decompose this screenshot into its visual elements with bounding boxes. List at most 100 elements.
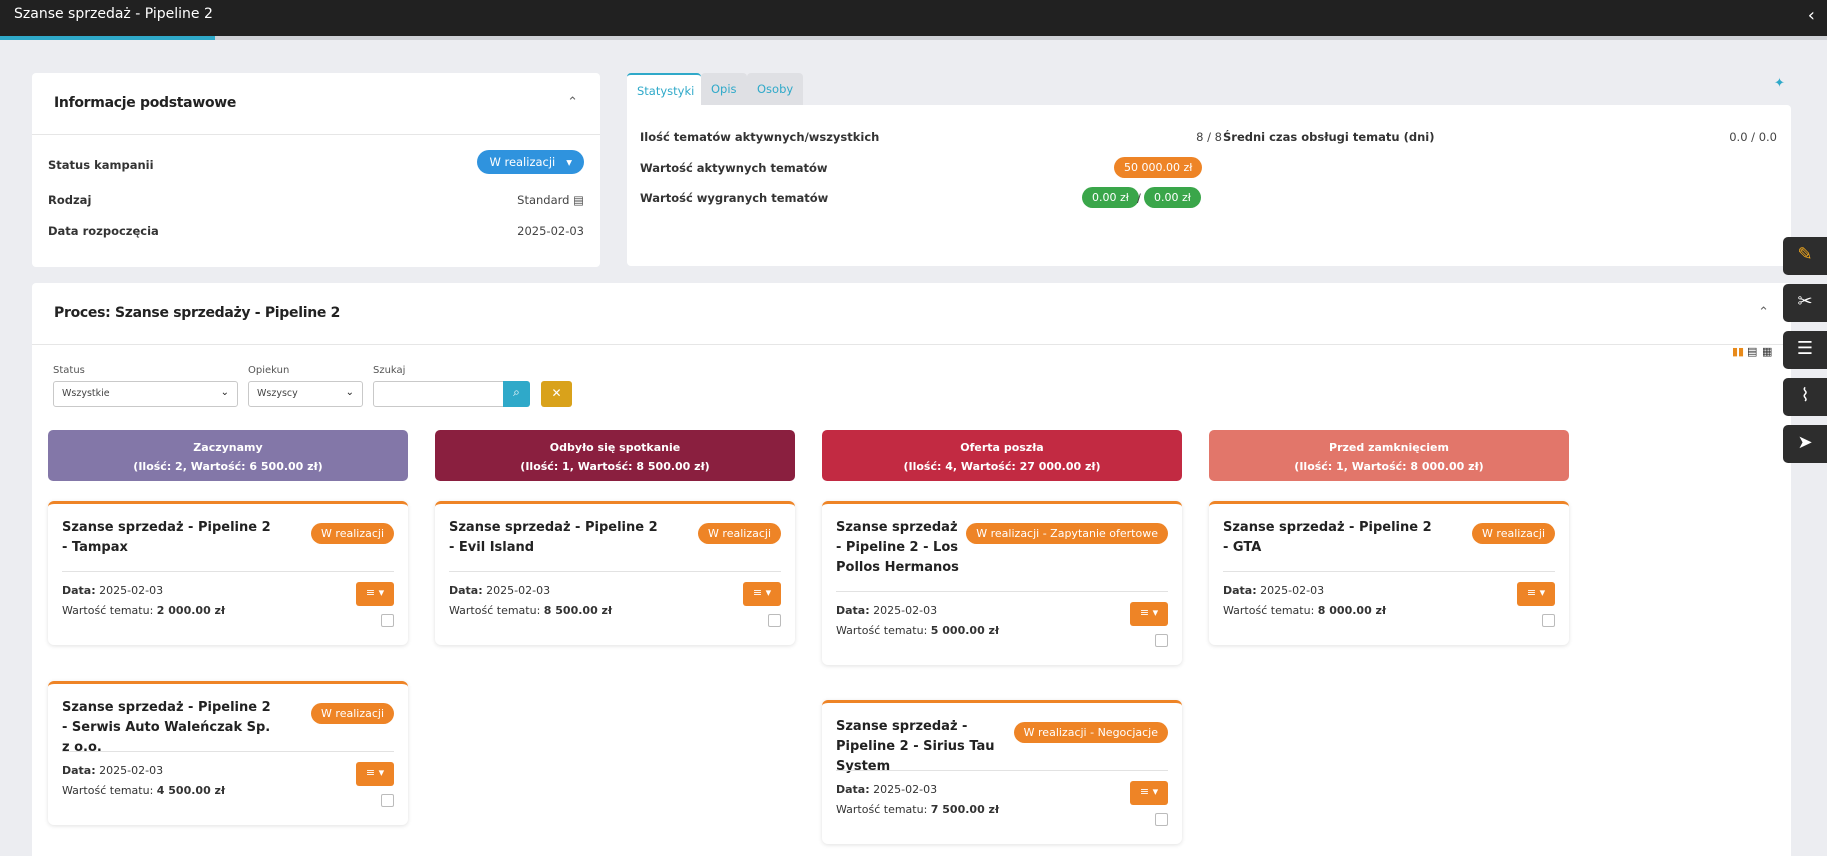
deal-card[interactable]: Szanse sprzedaż - Pipeline 2 - GTA W rea… bbox=[1209, 501, 1569, 645]
won-value-badge-a: 0.00 zł bbox=[1082, 187, 1139, 208]
start-date-value: 2025-02-03 bbox=[517, 224, 584, 238]
deal-status-badge: W realizacji bbox=[311, 523, 394, 544]
type-row: Rodzaj Standard ▤ bbox=[48, 190, 584, 210]
won-value-badge-b: 0.00 zł bbox=[1144, 187, 1201, 208]
edit-icon[interactable]: ✎ bbox=[1783, 237, 1827, 275]
chevron-down-icon: ⌄ bbox=[220, 387, 229, 398]
deal-title[interactable]: Szanse sprzedaż - Pipeline 2 - Tampax bbox=[62, 518, 272, 558]
deal-card[interactable]: Szanse sprzedaż - Pipeline 2 - Tampax W … bbox=[48, 501, 408, 645]
deal-date: Data: 2025-02-03 bbox=[62, 584, 164, 597]
deal-select-checkbox[interactable] bbox=[1542, 614, 1555, 627]
start-date-row: Data rozpoczęcia 2025-02-03 bbox=[48, 221, 584, 241]
menu-icon: ≡ ▾ bbox=[752, 586, 772, 599]
deal-menu-button[interactable]: ≡ ▾ bbox=[1130, 781, 1168, 805]
list-view-icon[interactable]: ▤ bbox=[1747, 345, 1757, 358]
progress-fill bbox=[0, 36, 215, 40]
column-header-oferta-poszla: Oferta poszła (Ilość: 4, Wartość: 27 000.… bbox=[822, 430, 1182, 481]
search-icon: ⌕ bbox=[513, 385, 520, 399]
deal-card[interactable]: Szanse sprzedaż - Pipeline 2 - Los Pollo… bbox=[822, 501, 1182, 665]
deal-select-checkbox[interactable] bbox=[381, 614, 394, 627]
deal-select-checkbox[interactable] bbox=[381, 794, 394, 807]
deal-menu-button[interactable]: ≡ ▾ bbox=[1517, 582, 1555, 606]
deal-value: Wartość tematu: 5 000.00 zł bbox=[836, 624, 1000, 637]
deal-date: Data: 2025-02-03 bbox=[62, 764, 164, 777]
search-button[interactable]: ⌕ bbox=[503, 381, 530, 407]
owner-filter-label: Opiekun bbox=[248, 365, 290, 376]
deal-date: Data: 2025-02-03 bbox=[449, 584, 551, 597]
deal-title[interactable]: Szanse sprzedaż - Pipeline 2 - Serwis Au… bbox=[62, 698, 272, 758]
deal-value: Wartość tematu: 7 500.00 zł bbox=[836, 803, 1000, 816]
deal-select-checkbox[interactable] bbox=[1155, 634, 1168, 647]
column-header-zaczynamy: Zaczynamy (Ilość: 2, Wartość: 6 500.00 zł… bbox=[48, 430, 408, 481]
owner-filter-select[interactable]: Wszyscy ⌄ bbox=[248, 381, 363, 407]
pin-icon[interactable]: ✦ bbox=[1774, 76, 1785, 91]
send-icon[interactable]: ➤ bbox=[1783, 425, 1827, 463]
deal-menu-button[interactable]: ≡ ▾ bbox=[356, 582, 394, 606]
deal-date: Data: 2025-02-03 bbox=[836, 783, 938, 796]
deal-title[interactable]: Szanse sprzedaż - Pipeline 2 - Evil Isla… bbox=[449, 518, 659, 558]
won-value-label: Wartość wygranych tematów bbox=[640, 191, 829, 205]
basic-info-panel: Informacje podstawowe ⌃ Status kampanii … bbox=[32, 73, 600, 267]
tab-osoby[interactable]: Osoby bbox=[747, 73, 803, 106]
chevron-down-icon: ⌄ bbox=[345, 387, 354, 398]
kanban-view-icon[interactable]: ▮▮ bbox=[1732, 345, 1744, 358]
search-input[interactable] bbox=[373, 381, 504, 407]
status-filter-label: Status bbox=[53, 365, 85, 376]
collapse-chevron-up-icon[interactable]: ⌃ bbox=[1758, 305, 1769, 320]
menu-icon: ≡ ▾ bbox=[365, 586, 385, 599]
grid-view-icon[interactable]: ▦ bbox=[1762, 345, 1772, 358]
deal-status-badge: W realizacji - Zapytanie ofertowe bbox=[966, 523, 1168, 544]
collapse-chevron-left-icon[interactable]: ‹ bbox=[1808, 5, 1815, 26]
filter-list-icon[interactable]: ☰ bbox=[1783, 331, 1827, 369]
deal-status-badge: W realizacji - Negocjacje bbox=[1013, 722, 1168, 743]
campaign-status-label: Status kampanii bbox=[48, 158, 154, 172]
deal-status-badge: W realizacji bbox=[698, 523, 781, 544]
search-label: Szukaj bbox=[373, 365, 406, 376]
deal-date: Data: 2025-02-03 bbox=[1223, 584, 1325, 597]
deal-card[interactable]: Szanse sprzedaż - Pipeline 2 - Sirius Ta… bbox=[822, 700, 1182, 844]
deal-title[interactable]: Szanse sprzedaż - Pipeline 2 - GTA bbox=[1223, 518, 1433, 558]
deal-status-badge: W realizacji bbox=[311, 703, 394, 724]
close-icon: ✕ bbox=[551, 386, 562, 400]
deal-value: Wartość tematu: 8 000.00 zł bbox=[1223, 604, 1387, 617]
menu-icon: ≡ ▾ bbox=[1139, 785, 1159, 798]
deal-card[interactable]: Szanse sprzedaż - Pipeline 2 - Serwis Au… bbox=[48, 681, 408, 825]
campaign-status-dropdown[interactable]: W realizacji ▾ bbox=[477, 150, 584, 174]
deal-value: Wartość tematu: 4 500.00 zł bbox=[62, 784, 226, 797]
tools-icon[interactable]: ✂ bbox=[1783, 284, 1827, 322]
paperclip-icon[interactable]: ⌇ bbox=[1783, 378, 1827, 416]
column-header-przed-zamknieciem: Przed zamknięciem (Ilość: 1, Wartość: 8 0… bbox=[1209, 430, 1569, 481]
active-total-value: 8 / 8 bbox=[1196, 130, 1222, 144]
tab-statystyki[interactable]: Statystyki bbox=[627, 73, 701, 106]
menu-icon: ≡ ▾ bbox=[1526, 586, 1546, 599]
deal-menu-button[interactable]: ≡ ▾ bbox=[1130, 602, 1168, 626]
deal-select-checkbox[interactable] bbox=[1155, 813, 1168, 826]
deal-title[interactable]: Szanse sprzedaż - Pipeline 2 - Los Pollo… bbox=[836, 518, 966, 578]
deal-value: Wartość tematu: 2 000.00 zł bbox=[62, 604, 226, 617]
deal-menu-button[interactable]: ≡ ▾ bbox=[743, 582, 781, 606]
tab-opis[interactable]: Opis bbox=[701, 73, 747, 106]
avg-time-label: Średni czas obsługi tematu (dni) bbox=[1223, 130, 1435, 144]
deal-menu-button[interactable]: ≡ ▾ bbox=[356, 762, 394, 786]
status-filter-select[interactable]: Wszystkie ⌄ bbox=[53, 381, 238, 407]
basic-info-title: Informacje podstawowe bbox=[54, 95, 237, 111]
clear-filters-button[interactable]: ✕ bbox=[541, 381, 572, 407]
active-value-badge: 50 000.00 zł bbox=[1114, 157, 1203, 178]
deal-date: Data: 2025-02-03 bbox=[836, 604, 938, 617]
process-title: Proces: Szanse sprzedaży - Pipeline 2 bbox=[54, 305, 341, 321]
column-header-odbylo-sie-spotkanie: Odbyło się spotkanie (Ilość: 1, Wartość: … bbox=[435, 430, 795, 481]
active-total-label: Ilość tematów aktywnych/wszystkich bbox=[640, 130, 880, 144]
campaign-status-row: Status kampanii W realizacji ▾ bbox=[48, 150, 584, 175]
page-title: Szanse sprzedaż - Pipeline 2 bbox=[14, 6, 213, 22]
collapse-chevron-up-icon[interactable]: ⌃ bbox=[567, 95, 578, 110]
menu-icon: ≡ ▾ bbox=[1139, 606, 1159, 619]
menu-icon: ≡ ▾ bbox=[365, 766, 385, 779]
deal-title[interactable]: Szanse sprzedaż - Pipeline 2 - Sirius Ta… bbox=[836, 717, 1016, 777]
stats-panel: Ilość tematów aktywnych/wszystkich 8 / 8… bbox=[627, 105, 1791, 266]
won-separator: / bbox=[1137, 191, 1141, 205]
deal-card[interactable]: Szanse sprzedaż - Pipeline 2 - Evil Isla… bbox=[435, 501, 795, 645]
start-date-label: Data rozpoczęcia bbox=[48, 224, 159, 238]
deal-status-badge: W realizacji bbox=[1472, 523, 1555, 544]
clipboard-icon[interactable]: ▤ bbox=[573, 193, 584, 207]
deal-select-checkbox[interactable] bbox=[768, 614, 781, 627]
